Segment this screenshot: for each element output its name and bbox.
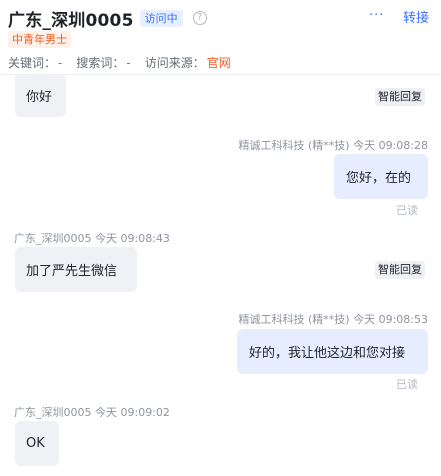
message-bubble-incoming: OK: [15, 421, 59, 466]
meta-source: 访问来源： 官网: [145, 55, 231, 71]
title-row: 广东_深圳0005 访问中 ?: [8, 6, 207, 31]
meta-search: 搜索词： -: [76, 55, 130, 71]
message-bubble-incoming: 你好: [15, 75, 66, 117]
read-status: 已读: [396, 204, 418, 217]
transfer-button[interactable]: 转接: [403, 7, 429, 26]
status-badge: 访问中: [139, 9, 183, 27]
meta-keyword-label: 关键词：: [8, 56, 57, 70]
smart-reply-tag: 智能回复: [375, 261, 425, 279]
message-text: 好的，我让他这边和您对接: [249, 346, 406, 361]
question-circle-icon[interactable]: ?: [192, 11, 207, 25]
ellipsis-icon[interactable]: ···: [369, 8, 384, 23]
message-text: 你好: [26, 89, 53, 105]
message-bubble-outgoing: 您好，在的: [334, 154, 428, 199]
smart-reply-tag: 智能回复: [375, 88, 425, 106]
message-sender: 精诚工科科技 (精**技) 今天 09:08:28: [238, 139, 428, 152]
message-text: OK: [26, 436, 45, 451]
message-list[interactable]: 你好 智能回复 精诚工科科技 (精**技) 今天 09:08:28 您好，在的 …: [0, 75, 441, 476]
meta-source-label: 访问来源：: [144, 56, 205, 70]
visit-meta: 关键词： - 搜索词： - 访问来源： 官网: [8, 55, 245, 71]
meta-keyword: 关键词： -: [8, 55, 62, 71]
message-bubble-outgoing: 好的，我让他这边和您对接: [237, 329, 428, 374]
message-text: 加了严先生微信: [26, 264, 118, 279]
meta-search-value: -: [126, 56, 131, 70]
meta-search-label: 搜索词：: [76, 56, 125, 70]
meta-keyword-value: -: [58, 56, 63, 70]
message-text: 您好，在的: [346, 171, 412, 186]
message-sender: 精诚工科科技 (精**技) 今天 09:08:53: [238, 313, 428, 326]
visitor-tag: 中青年男士: [8, 31, 71, 48]
message-sender: 广东_深圳0005 今天 09:09:02: [14, 406, 170, 419]
meta-source-value: 官网: [206, 56, 231, 70]
chat-header: 广东_深圳0005 访问中 ? ··· 转接 中青年男士 关键词： - 搜索词：…: [0, 0, 441, 75]
read-status: 已读: [396, 378, 418, 391]
message-sender: 广东_深圳0005 今天 09:08:43: [14, 232, 170, 245]
visitor-title: 广东_深圳0005: [8, 10, 134, 31]
message-bubble-incoming: 加了严先生微信: [15, 247, 137, 292]
